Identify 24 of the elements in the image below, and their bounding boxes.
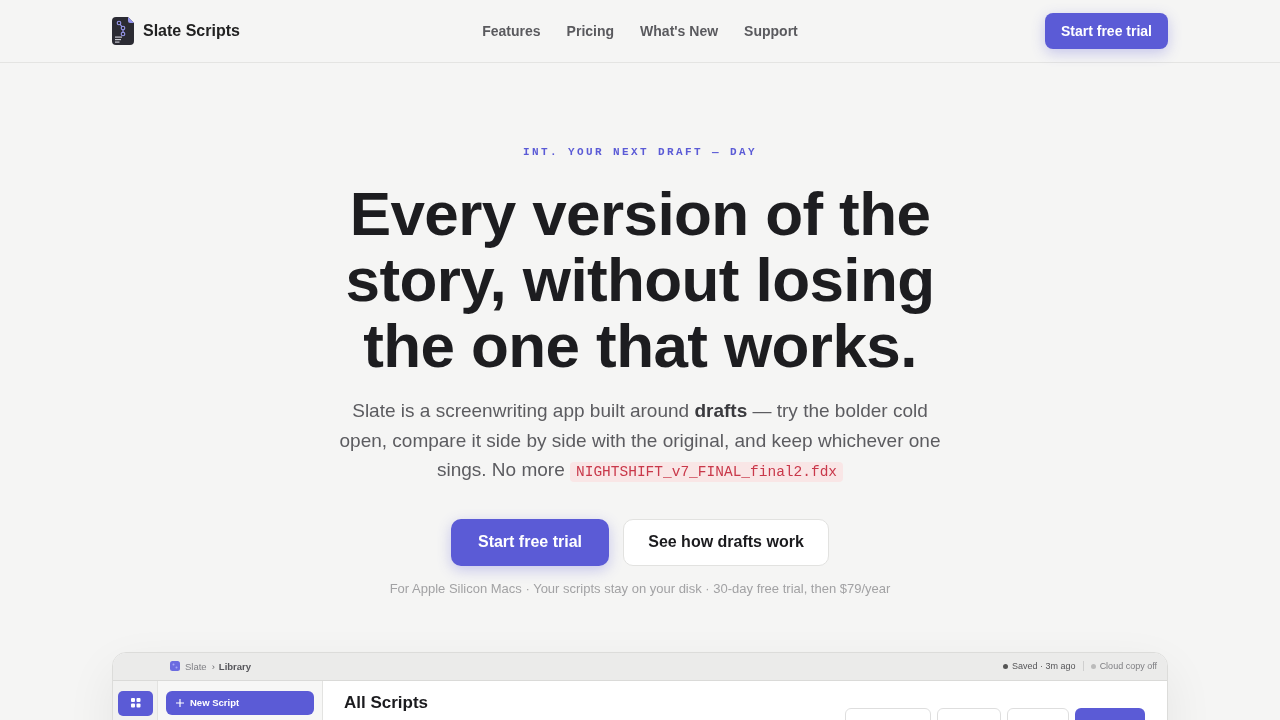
status-text: Saved · 3m ago (1012, 661, 1076, 671)
grid-icon[interactable] (118, 690, 153, 716)
nav-link[interactable]: Pricing (566, 23, 615, 39)
hero-description: Slate is a screenwriting app built around drafts — try the bolder cold open, compare it side by side with the original, and keep whichever one sings. No more NIGHTSHIFT_v7_FINAL_final2.fdx (338, 399, 942, 484)
new-script-button[interactable]: New Script (166, 690, 314, 715)
nav-link[interactable]: Features (482, 23, 541, 39)
logo-icon (112, 17, 134, 45)
breadcrumb-item[interactable]: Library (218, 660, 252, 672)
eyebrow-text: INT. YOUR NEXT DRAFT — DAY (523, 146, 757, 159)
status-text: Cloud copy off (1099, 661, 1157, 671)
brand-name: Slate Scripts (143, 22, 240, 40)
nav-link[interactable]: What's New (640, 23, 719, 39)
breadcrumb-item[interactable]: Slate (185, 660, 207, 672)
start-trial-button[interactable]: Start free trial (451, 518, 609, 566)
hero-footnote: For Apple Silicon Macs · Your scripts stay on your disk · 30-day free trial, then $79/year (389, 579, 891, 598)
file-name-code: NIGHTSHIFT_v7_FINAL_final2.fdx (570, 462, 844, 482)
drafts-demo-button[interactable]: See how drafts work (623, 518, 829, 566)
app-logo-icon (170, 661, 180, 671)
nav-link[interactable]: Support (744, 23, 798, 39)
section-heading: All Scripts (344, 692, 429, 714)
breadcrumb-separator: › (211, 660, 215, 672)
plus-icon (176, 698, 184, 707)
start-trial-button[interactable]: Start free trial (1044, 13, 1168, 49)
hero-headline: Every version of the story, without losing the one that works. (344, 181, 936, 379)
